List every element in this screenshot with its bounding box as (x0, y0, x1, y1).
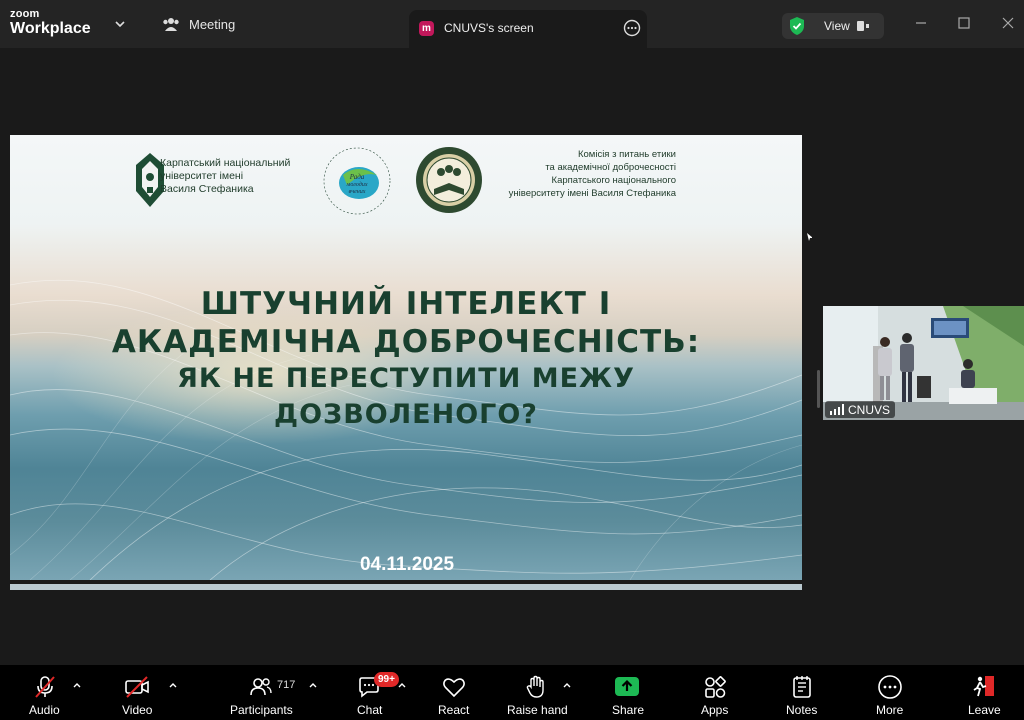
meeting-tab[interactable]: Meeting (162, 16, 235, 32)
leave-button[interactable]: Leave (962, 665, 1006, 720)
participants-label: Participants (230, 703, 293, 717)
university-name-line: університет імені (160, 170, 244, 182)
slide-title-line: ДОЗВОЛЕНОГО? (274, 399, 538, 430)
sharer-avatar: m (419, 21, 434, 36)
commission-line: Карпатського національного (551, 175, 676, 186)
more-options-icon[interactable] (623, 19, 641, 37)
share-button[interactable]: Share (606, 665, 650, 720)
maximize-icon[interactable] (957, 16, 971, 30)
top-bar: zoom Workplace Meeting m CNUVS's screen … (0, 0, 1024, 48)
commission-line: університету імені Василя Стефаника (508, 188, 676, 199)
raise-hand-options-caret-icon[interactable] (562, 680, 572, 690)
share-label: Share (612, 703, 645, 717)
apps-button[interactable]: Apps (694, 665, 738, 720)
share-screen-icon (615, 677, 639, 696)
participants-icon (250, 678, 272, 696)
more-label: More (876, 703, 904, 717)
chat-label: Chat (357, 703, 383, 717)
more-button[interactable]: More (868, 665, 912, 720)
participant-name: CNUVS (848, 402, 891, 417)
commission-seal-icon (416, 147, 482, 213)
participant-name-tag: CNUVS (825, 401, 896, 418)
emblem-molodykh-text: молодих (346, 181, 368, 188)
commission-line: Комісія з питань етики (577, 149, 676, 160)
participants-options-caret-icon[interactable] (308, 680, 318, 690)
view-button[interactable]: View (782, 13, 884, 39)
slide-date: 04.11.2025 (359, 554, 455, 575)
video-options-caret-icon[interactable] (168, 680, 178, 690)
notes-button[interactable]: Notes (780, 665, 824, 720)
shared-screen-tab[interactable]: m CNUVS's screen (409, 10, 647, 48)
zoom-workplace-logo[interactable]: zoom Workplace (10, 9, 91, 37)
raise-hand-icon (526, 675, 544, 698)
heart-icon (443, 678, 465, 698)
meeting-icon (163, 18, 179, 31)
slide-bottom-strip (10, 584, 802, 590)
raise-hand-button[interactable]: Raise hand (502, 665, 572, 720)
close-icon[interactable] (1001, 16, 1015, 30)
university-name-line: Карпатський національний (160, 157, 291, 169)
panel-resize-handle[interactable] (817, 370, 820, 408)
leave-door-icon (973, 676, 994, 697)
brand-zoom: zoom (10, 8, 40, 20)
emblem-rada-text: Рада (349, 173, 365, 181)
video-label: Video (122, 703, 153, 717)
participants-button[interactable]: 717 Participants (226, 665, 306, 720)
react-button[interactable]: React (432, 665, 476, 720)
slide-title: ШТУЧНИЙ ІНТЕЛЕКТ І АКАДЕМІЧНА ДОБРОЧЕСНІ… (10, 285, 802, 433)
meeting-label: Meeting (189, 16, 236, 32)
brand-workplace: Workplace (10, 20, 91, 37)
slide-title-line: АКАДЕМІЧНА ДОБРОЧЕСНІСТЬ: (111, 324, 701, 360)
microphone-muted-icon (35, 676, 55, 698)
notes-icon (793, 676, 811, 698)
minimize-icon[interactable] (914, 16, 928, 30)
emblem-vchenykh-text: вчених (349, 189, 366, 195)
commission-line: та академічної доброчесності (545, 162, 676, 173)
shared-screen-title: CNUVS's screen (444, 21, 534, 35)
audio-button[interactable]: Audio (22, 665, 88, 720)
more-icon (878, 675, 902, 699)
raise-hand-label: Raise hand (507, 703, 568, 717)
apps-label: Apps (701, 703, 729, 717)
participants-count: 717 (277, 679, 296, 691)
council-emblem-icon: Рада молодих вчених (323, 147, 391, 215)
notes-label: Notes (786, 703, 818, 717)
slide-title-line: ЯК НЕ ПЕРЕСТУПИТИ МЕЖУ (177, 363, 635, 394)
audio-label: Audio (29, 703, 60, 717)
audio-options-caret-icon[interactable] (72, 680, 82, 690)
video-button[interactable]: Video (112, 665, 168, 720)
layout-icon (857, 21, 869, 31)
signal-strength-icon (830, 404, 844, 415)
leave-label: Leave (968, 703, 1001, 717)
slide-title-line: ШТУЧНИЙ ІНТЕЛЕКТ І (200, 286, 612, 322)
camera-off-icon (125, 676, 149, 698)
react-label: React (438, 703, 470, 717)
view-label: View (824, 19, 850, 33)
apps-icon (705, 676, 726, 698)
chevron-down-icon[interactable] (114, 18, 126, 30)
university-name: Карпатський національний університет іме… (160, 157, 310, 196)
university-name-line: Василя Стефаника (160, 183, 254, 195)
chat-unread-badge: 99+ (374, 672, 399, 687)
shield-check-icon (790, 17, 804, 35)
meeting-toolbar: Audio Video 717 Participants Chat React … (0, 665, 1024, 720)
commission-name: Комісія з питань етики та академічної до… (490, 148, 676, 200)
